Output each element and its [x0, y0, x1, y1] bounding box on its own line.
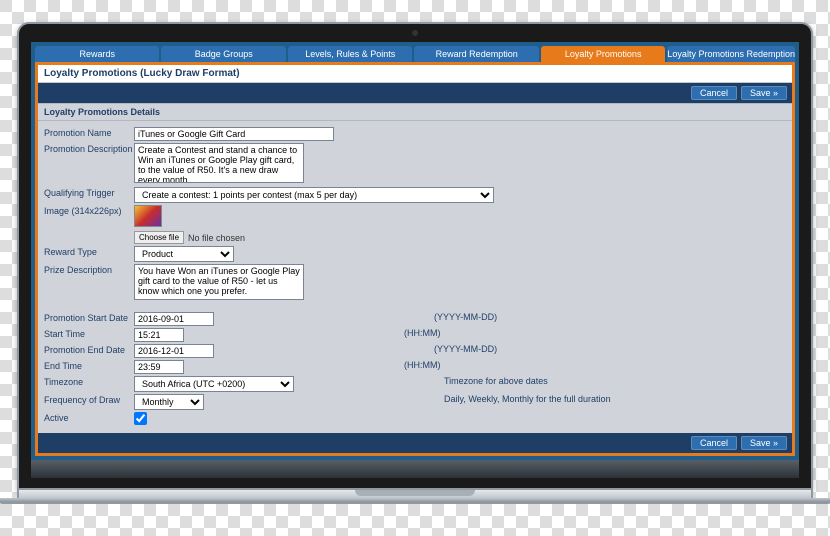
- label-prize-description: Prize Description: [44, 264, 134, 275]
- qualifying-trigger-select[interactable]: Create a contest: 1 points per contest (…: [134, 187, 494, 203]
- start-time-input[interactable]: [134, 328, 184, 342]
- end-date-input[interactable]: [134, 344, 214, 358]
- screen: Rewards Badge Groups Levels, Rules & Poi…: [31, 42, 799, 460]
- hint-start-date: (YYYY-MM-DD): [214, 312, 786, 322]
- label-start-time: Start Time: [44, 328, 134, 339]
- label-timezone: Timezone: [44, 376, 134, 387]
- cancel-button-bottom[interactable]: Cancel: [691, 436, 737, 450]
- label-reward-type: Reward Type: [44, 246, 134, 257]
- image-preview: [134, 205, 162, 227]
- frequency-select[interactable]: Monthly: [134, 394, 204, 410]
- label-end-time: End Time: [44, 360, 134, 371]
- tab-loyalty-redemption[interactable]: Loyalty Promotions Redemption: [667, 46, 795, 62]
- tab-badge-groups[interactable]: Badge Groups: [161, 46, 285, 62]
- start-date-input[interactable]: [134, 312, 214, 326]
- tab-reward-redemption[interactable]: Reward Redemption: [414, 46, 538, 62]
- label-promotion-name: Promotion Name: [44, 127, 134, 138]
- camera-icon: [412, 30, 418, 36]
- active-checkbox[interactable]: [134, 412, 147, 425]
- hint-end-time: (HH:MM): [184, 360, 786, 370]
- tab-bar: Rewards Badge Groups Levels, Rules & Poi…: [35, 46, 795, 62]
- laptop-frame: Rewards Badge Groups Levels, Rules & Poi…: [17, 22, 813, 504]
- prize-description-input[interactable]: You have Won an iTunes or Google Play gi…: [134, 264, 304, 300]
- keyboard-area: [31, 460, 799, 478]
- label-active: Active: [44, 412, 134, 423]
- tab-levels[interactable]: Levels, Rules & Points: [288, 46, 412, 62]
- section-header: Loyalty Promotions Details: [38, 103, 792, 121]
- tab-rewards[interactable]: Rewards: [35, 46, 159, 62]
- hint-start-time: (HH:MM): [184, 328, 786, 338]
- cancel-button[interactable]: Cancel: [691, 86, 737, 100]
- button-row-bottom: Cancel Save »: [38, 433, 792, 453]
- timezone-select[interactable]: South Africa (UTC +0200): [134, 376, 294, 392]
- hint-end-date: (YYYY-MM-DD): [214, 344, 786, 354]
- label-promotion-description: Promotion Description: [44, 143, 134, 154]
- file-status-text: No file chosen: [188, 233, 245, 243]
- tab-loyalty-promotions[interactable]: Loyalty Promotions: [541, 46, 665, 62]
- page-title: Loyalty Promotions (Lucky Draw Format): [38, 65, 792, 83]
- hint-frequency: Daily, Weekly, Monthly for the full dura…: [204, 394, 786, 404]
- label-start-date: Promotion Start Date: [44, 312, 134, 323]
- promotion-name-input[interactable]: [134, 127, 334, 141]
- save-button-bottom[interactable]: Save »: [741, 436, 787, 450]
- laptop-base: [17, 490, 813, 498]
- label-image: Image (314x226px): [44, 205, 134, 216]
- label-qualifying-trigger: Qualifying Trigger: [44, 187, 134, 198]
- label-end-date: Promotion End Date: [44, 344, 134, 355]
- reward-type-select[interactable]: Product: [134, 246, 234, 262]
- page-container: Loyalty Promotions (Lucky Draw Format) C…: [35, 62, 795, 456]
- label-frequency: Frequency of Draw: [44, 394, 134, 405]
- end-time-input[interactable]: [134, 360, 184, 374]
- screen-bezel: Rewards Badge Groups Levels, Rules & Poi…: [17, 22, 813, 490]
- promotion-description-input[interactable]: Create a Contest and stand a chance to W…: [134, 143, 304, 183]
- save-button[interactable]: Save »: [741, 86, 787, 100]
- trackpad-notch: [355, 490, 475, 496]
- laptop-base-edge: [0, 498, 830, 504]
- hint-timezone: Timezone for above dates: [294, 376, 786, 386]
- button-row-top: Cancel Save »: [38, 83, 792, 103]
- form-body: Promotion Name Promotion Description Cre…: [38, 121, 792, 433]
- choose-file-button[interactable]: Choose file: [134, 231, 184, 244]
